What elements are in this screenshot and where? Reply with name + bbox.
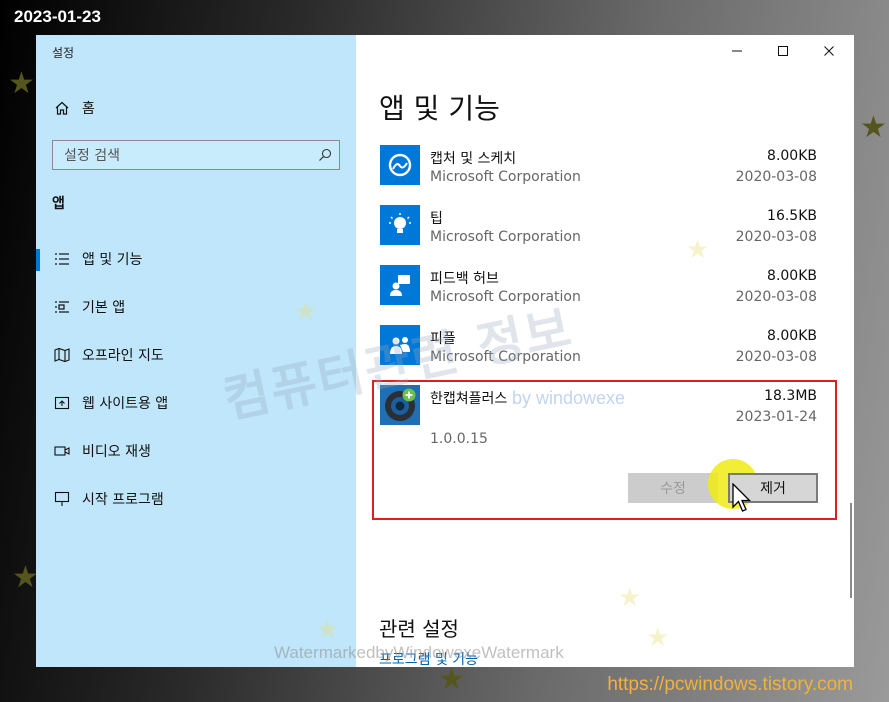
watermark-star-icon: ★ xyxy=(618,583,642,613)
date-stamp: 2023-01-23 xyxy=(14,7,101,26)
home-label: 홈 xyxy=(82,101,95,117)
sidebar-item-label: 시작 프로그램 xyxy=(82,492,164,508)
sidebar-item-label: 앱 및 기능 xyxy=(82,252,143,268)
startup-icon xyxy=(52,489,72,509)
window-title: 설정 xyxy=(52,46,75,60)
snip-sketch-icon xyxy=(380,145,420,185)
app-publisher: Microsoft Corporation xyxy=(430,229,581,245)
mouse-cursor-icon xyxy=(732,483,752,512)
sidebar-section-title: 앱 xyxy=(52,196,65,212)
app-name: 캡처 및 스케치 xyxy=(430,151,517,167)
background-star-icon: ★ xyxy=(12,560,39,595)
tips-icon xyxy=(380,205,420,245)
app-size: 8.00KB xyxy=(767,268,817,284)
watermark-star-icon: ★ xyxy=(294,297,318,327)
video-icon xyxy=(52,441,72,461)
sidebar-item-label: 기본 앱 xyxy=(82,300,126,316)
sidebar-item-label: 오프라인 지도 xyxy=(82,348,164,364)
close-button[interactable] xyxy=(806,35,852,67)
list-icon xyxy=(52,249,72,269)
app-name: 팁 xyxy=(430,211,443,227)
maximize-button[interactable] xyxy=(760,35,806,67)
watermark-star-icon: ★ xyxy=(686,235,710,265)
sidebar-item-startup[interactable]: 시작 프로그램 xyxy=(36,479,356,519)
sidebar-item-label: 비디오 재생 xyxy=(82,444,151,460)
map-icon xyxy=(52,345,72,365)
search-icon[interactable] xyxy=(311,141,339,169)
vertical-scrollbar[interactable] xyxy=(850,503,852,598)
modify-button[interactable]: 수정 xyxy=(628,473,718,503)
search-placeholder: 설정 검색 xyxy=(64,148,120,164)
feedback-hub-icon xyxy=(380,265,420,305)
app-date: 2020-03-08 xyxy=(735,289,817,305)
home-icon xyxy=(52,98,72,118)
sidebar-item-label: 웹 사이트용 앱 xyxy=(82,396,169,412)
page-title: 앱 및 기능 xyxy=(379,92,500,125)
default-apps-icon xyxy=(52,297,72,317)
minimize-button[interactable] xyxy=(714,35,760,67)
background-star-icon: ★ xyxy=(860,110,887,145)
sidebar-item-apps-features[interactable]: 앱 및 기능 xyxy=(36,239,356,279)
watermark-star-icon: ★ xyxy=(316,615,340,645)
watermark-bottom-text: WatermarkedbyWindowexeWatermark xyxy=(274,643,564,662)
app-date: 2020-03-08 xyxy=(735,349,817,365)
app-list-item[interactable]: 캡처 및 스케치 Microsoft Corporation 8.00KB 20… xyxy=(379,141,819,201)
blog-url: https://pcwindows.tistory.com xyxy=(607,674,853,695)
watermark-by-text: by windowexe xyxy=(512,388,626,408)
app-name: 피드백 허브 xyxy=(430,271,499,287)
background-star-icon: ★ xyxy=(8,66,35,101)
app-list-item[interactable]: 팁 Microsoft Corporation 16.5KB 2020-03-0… xyxy=(379,201,819,261)
app-date: 2020-03-08 xyxy=(735,229,817,245)
app-list-item[interactable]: 피드백 허브 Microsoft Corporation 8.00KB 2020… xyxy=(379,261,819,321)
settings-search-input[interactable]: 설정 검색 xyxy=(52,140,340,170)
related-settings-title: 관련 설정 xyxy=(379,617,459,641)
app-size: 8.00KB xyxy=(767,328,817,344)
sidebar-item-video-playback[interactable]: 비디오 재생 xyxy=(36,431,356,471)
website-apps-icon xyxy=(52,393,72,413)
app-size: 8.00KB xyxy=(767,148,817,164)
app-publisher: Microsoft Corporation xyxy=(430,169,581,185)
home-nav-item[interactable]: 홈 xyxy=(52,97,95,119)
app-size: 16.5KB xyxy=(767,208,817,224)
background-star-icon: ★ xyxy=(438,662,465,697)
watermark-star-icon: ★ xyxy=(646,623,670,653)
app-date: 2020-03-08 xyxy=(735,169,817,185)
